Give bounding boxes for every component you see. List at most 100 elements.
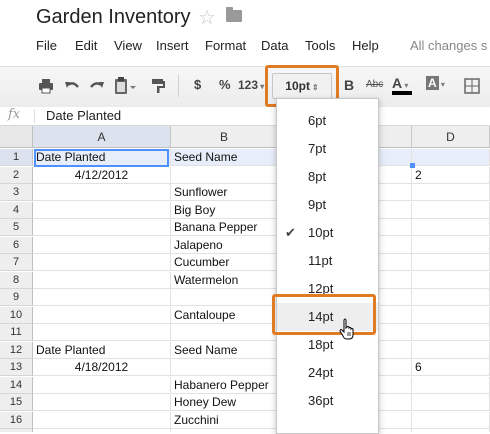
cell-b-2[interactable]: [171, 167, 278, 184]
row-header[interactable]: 10: [0, 307, 33, 324]
cell-d-15[interactable]: [412, 394, 490, 411]
font-size-option-10pt[interactable]: ✔ 10pt: [277, 219, 378, 247]
cell-a-13[interactable]: 4/18/2012: [33, 359, 171, 376]
fill-handle[interactable]: [410, 163, 415, 168]
text-color-button[interactable]: A ▾: [392, 75, 412, 95]
selected-cell[interactable]: [34, 149, 169, 167]
percent-format-button[interactable]: %: [219, 77, 231, 92]
menu-file[interactable]: File: [36, 38, 57, 53]
cell-a-3[interactable]: [33, 184, 171, 201]
row-header[interactable]: 7: [0, 254, 33, 271]
cell-a-14[interactable]: [33, 377, 171, 394]
row-header[interactable]: 14: [0, 377, 33, 394]
cell-a-12[interactable]: Date Planted: [33, 342, 171, 359]
cell-d-10[interactable]: [412, 307, 490, 324]
redo-icon[interactable]: [89, 79, 105, 93]
row-header[interactable]: 11: [0, 324, 33, 341]
cell-b-16[interactable]: Zucchini: [171, 412, 278, 429]
row-header[interactable]: 2: [0, 167, 33, 184]
cell-d-16[interactable]: [412, 412, 490, 429]
row-header[interactable]: 5: [0, 219, 33, 236]
row-header[interactable]: 4: [0, 202, 33, 219]
paint-format-icon[interactable]: [150, 78, 166, 94]
cell-b-11[interactable]: [171, 324, 278, 341]
cell-b-12[interactable]: Seed Name: [171, 342, 278, 359]
cell-a-2[interactable]: 4/12/2012: [33, 167, 171, 184]
clipboard-icon[interactable]: [114, 77, 136, 95]
menu-format[interactable]: Format: [205, 38, 246, 53]
cell-d-1[interactable]: [412, 149, 490, 166]
menu-help[interactable]: Help: [352, 38, 379, 53]
cell-a-4[interactable]: [33, 202, 171, 219]
number-format-button[interactable]: 123 ▾: [238, 78, 264, 92]
cell-a-9[interactable]: [33, 289, 171, 306]
menu-insert[interactable]: Insert: [156, 38, 189, 53]
cell-d-6[interactable]: [412, 237, 490, 254]
menu-tools[interactable]: Tools: [305, 38, 335, 53]
cell-a-5[interactable]: [33, 219, 171, 236]
cell-b-7[interactable]: Cucumber: [171, 254, 278, 271]
row-header[interactable]: 15: [0, 394, 33, 411]
cell-b-1[interactable]: Seed Name: [171, 149, 278, 166]
cell-b-6[interactable]: Jalapeno: [171, 237, 278, 254]
cell-d-9[interactable]: [412, 289, 490, 306]
print-icon[interactable]: [38, 78, 54, 94]
strikethrough-button[interactable]: Abc: [366, 79, 383, 90]
formula-input[interactable]: Date Planted: [46, 108, 121, 123]
cell-d-5[interactable]: [412, 219, 490, 236]
undo-icon[interactable]: [64, 79, 80, 93]
cell-a-10[interactable]: [33, 307, 171, 324]
menu-data[interactable]: Data: [261, 38, 288, 53]
font-size-option-36pt[interactable]: 36pt: [277, 387, 378, 415]
font-size-option-24pt[interactable]: 24pt: [277, 359, 378, 387]
cell-b-3[interactable]: Sunflower: [171, 184, 278, 201]
font-size-option-11pt[interactable]: 11pt: [277, 247, 378, 275]
row-header[interactable]: 13: [0, 359, 33, 376]
cell-d-12[interactable]: [412, 342, 490, 359]
star-icon[interactable]: ☆: [198, 5, 216, 30]
cell-a-16[interactable]: [33, 412, 171, 429]
row-header[interactable]: 16: [0, 412, 33, 429]
cell-d-11[interactable]: [412, 324, 490, 341]
column-header-d[interactable]: D: [412, 126, 490, 148]
font-size-option-18pt[interactable]: 18pt: [277, 331, 378, 359]
cell-d-13[interactable]: 6: [412, 359, 490, 376]
fill-color-button[interactable]: A ▾: [426, 75, 445, 90]
cell-d-7[interactable]: [412, 254, 490, 271]
row-header[interactable]: 8: [0, 272, 33, 289]
borders-icon[interactable]: [464, 78, 480, 94]
cell-b-9[interactable]: [171, 289, 278, 306]
row-header[interactable]: 6: [0, 237, 33, 254]
menu-edit[interactable]: Edit: [75, 38, 97, 53]
font-size-option-7pt[interactable]: 7pt: [277, 135, 378, 163]
cell-b-14[interactable]: Habanero Pepper: [171, 377, 278, 394]
cell-b-15[interactable]: Honey Dew: [171, 394, 278, 411]
column-header-b[interactable]: B: [171, 126, 278, 148]
cell-b-4[interactable]: Big Boy: [171, 202, 278, 219]
select-all-corner[interactable]: [0, 126, 33, 148]
cell-a-15[interactable]: [33, 394, 171, 411]
row-header[interactable]: 3: [0, 184, 33, 201]
cell-b-13[interactable]: [171, 359, 278, 376]
cell-a-11[interactable]: [33, 324, 171, 341]
cell-d-8[interactable]: [412, 272, 490, 289]
font-size-option-8pt[interactable]: 8pt: [277, 163, 378, 191]
folder-icon[interactable]: [226, 7, 242, 22]
cell-d-14[interactable]: [412, 377, 490, 394]
row-header[interactable]: 1: [0, 149, 33, 166]
row-header[interactable]: 9: [0, 289, 33, 306]
column-header-a[interactable]: A: [33, 126, 171, 148]
row-header[interactable]: 12: [0, 342, 33, 359]
cell-a-6[interactable]: [33, 237, 171, 254]
bold-button[interactable]: B: [344, 77, 354, 93]
cell-b-10[interactable]: Cantaloupe: [171, 307, 278, 324]
font-size-option-9pt[interactable]: 9pt: [277, 191, 378, 219]
cell-a-7[interactable]: [33, 254, 171, 271]
currency-format-button[interactable]: $: [194, 77, 201, 92]
menu-view[interactable]: View: [114, 38, 142, 53]
cell-d-4[interactable]: [412, 202, 490, 219]
cell-d-3[interactable]: [412, 184, 490, 201]
cell-a-8[interactable]: [33, 272, 171, 289]
cell-b-5[interactable]: Banana Pepper: [171, 219, 278, 236]
cell-d-2[interactable]: 2: [412, 167, 490, 184]
